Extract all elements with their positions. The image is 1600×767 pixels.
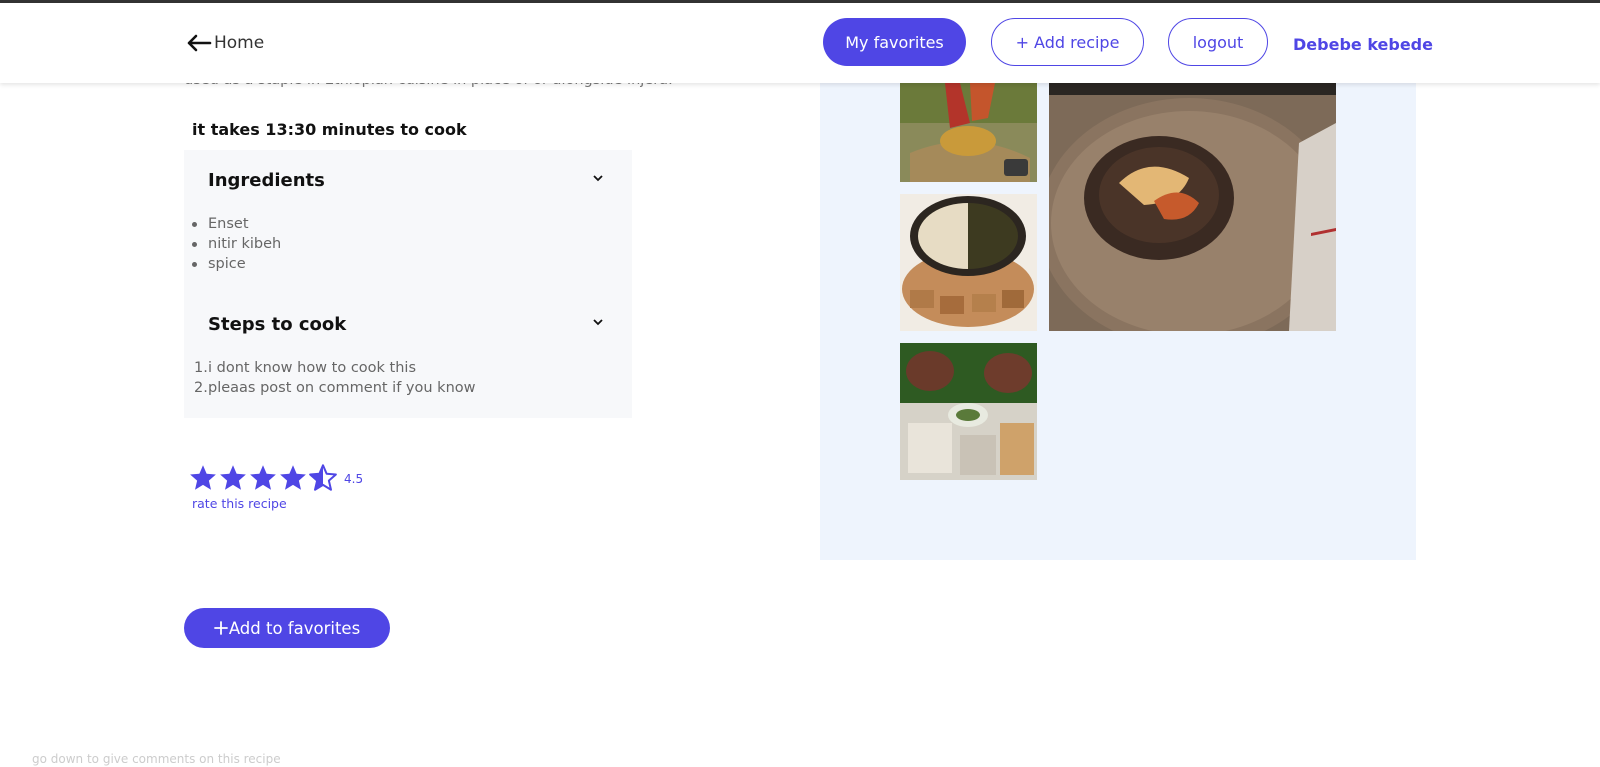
navbar: Home My favorites + Add recipe logout De… [0, 3, 1600, 83]
chevron-down-icon[interactable] [592, 172, 604, 184]
comments-hint: go down to give comments on this recipe [32, 752, 281, 766]
arrow-left-icon [187, 34, 212, 52]
rating-value: 4.5 [344, 472, 364, 486]
list-item: nitir kibeh [191, 236, 282, 252]
chevron-down-icon[interactable] [592, 316, 604, 328]
add-to-favorites-label: Add to favorites [228, 618, 361, 638]
recipe-image[interactable] [900, 83, 1037, 182]
ingredients-title[interactable]: Ingredients [208, 170, 325, 191]
logout-button[interactable]: logout [1168, 18, 1268, 66]
plus-icon [213, 621, 228, 635]
list-item: 1. i dont know how to cook this [194, 360, 416, 376]
add-recipe-button[interactable]: + Add recipe [991, 18, 1144, 66]
star-icon[interactable] [248, 463, 278, 493]
list-item: spice [191, 254, 281, 274]
steps-title[interactable]: Steps to cook [208, 314, 346, 335]
add-to-favorites-button[interactable]: Add to favorites [184, 608, 390, 648]
ingredients-list: Enset nitir kibeh spice [191, 214, 282, 274]
recipe-image[interactable] [900, 194, 1037, 331]
image-gallery [820, 83, 1416, 560]
recipe-image[interactable] [900, 343, 1037, 480]
star-icon[interactable] [218, 463, 248, 493]
user-name-link[interactable]: Debebe kebede [1293, 35, 1433, 54]
rate-recipe-link[interactable]: rate this recipe [192, 496, 287, 511]
star-rating[interactable]: 4.5 [188, 463, 363, 493]
star-icon[interactable] [278, 463, 308, 493]
list-item: Enset [191, 214, 281, 234]
home-link[interactable]: Home [186, 33, 264, 53]
cook-time: it takes 13:30 minutes to cook [192, 120, 467, 139]
steps-list: 1. i dont know how to cook this 2. pleaas … [194, 358, 476, 398]
my-favorites-button[interactable]: My favorites [823, 18, 966, 66]
list-item: 2. pleaas post on comment if you know [194, 380, 476, 396]
recipe-details-panel: Ingredients Enset nitir kibeh spice Step… [184, 150, 632, 418]
star-icon[interactable] [188, 463, 218, 493]
home-label: Home [214, 33, 265, 53]
half-star-icon[interactable] [308, 463, 338, 493]
recipe-image[interactable] [1049, 83, 1336, 331]
